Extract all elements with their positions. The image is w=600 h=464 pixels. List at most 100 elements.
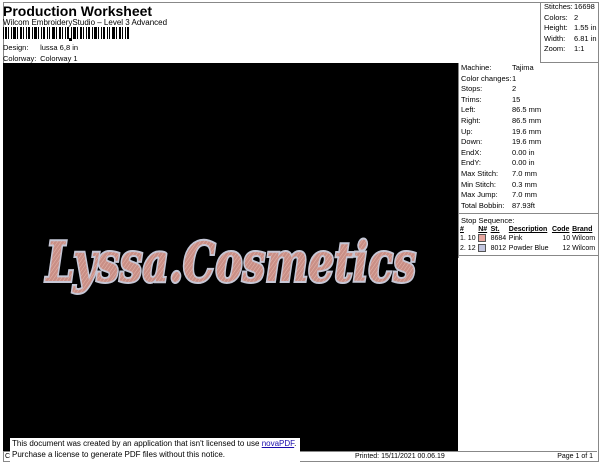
column-header: Code	[551, 226, 570, 234]
summary-row: Width: 6.81 in	[541, 34, 598, 45]
thread-description: Powder Blue	[508, 244, 549, 252]
software-subtitle: Wilcom EmbroideryStudio – Level 3 Advanc…	[3, 18, 168, 27]
column-header: Description	[508, 226, 548, 234]
summary-value: 2	[574, 12, 579, 22]
summary-value: 6.81 in	[574, 33, 597, 43]
column-header: Brand	[572, 226, 593, 234]
info-value: 1	[512, 73, 517, 83]
info-label: Stops:	[461, 84, 483, 94]
info-row: Trims: 15	[459, 95, 598, 106]
stitch-count: 8684	[490, 234, 507, 242]
column-header: #	[460, 226, 464, 234]
needle-number: 10	[467, 234, 476, 242]
info-value: 0.3 mm	[512, 179, 538, 189]
summary-value: 16698	[574, 2, 595, 11]
info-value: 19.6 mm	[512, 126, 542, 136]
info-value: 86.5 mm	[512, 105, 542, 115]
swatch-cell	[477, 243, 489, 253]
info-label: Trims:	[461, 94, 482, 104]
summary-row: Stitches:16698	[541, 2, 598, 13]
stop-index: 1.	[460, 234, 466, 242]
info-row: Right: 86.5 mm	[459, 116, 598, 127]
table-header-row: # N# St. Description Code Brand	[459, 226, 597, 233]
color-swatch	[478, 233, 487, 242]
info-row: Left: 86.5 mm	[459, 105, 598, 116]
info-row: Color changes:1	[459, 74, 598, 85]
stop-index: 2.	[460, 244, 466, 252]
info-label: EndX:	[461, 147, 482, 157]
info-row: Max Stitch: 7.0 mm	[459, 169, 598, 180]
design-value: lussa 6,8 in	[40, 43, 79, 52]
thread-description: Pink	[508, 234, 523, 242]
info-value: 0.00 in	[512, 147, 535, 157]
barcode	[3, 27, 129, 41]
design-name-row: Design: lussa 6,8 in	[3, 43, 78, 52]
summary-label: Colors:	[544, 12, 568, 22]
info-row: Machine: Tajima	[459, 63, 598, 74]
info-value: 15	[512, 94, 521, 104]
color-swatch	[478, 243, 487, 252]
needle-number: 12	[467, 244, 476, 252]
summary-label: Zoom:	[544, 44, 566, 53]
info-label: EndY:	[461, 158, 482, 168]
printed-timestamp: Printed: 15/11/2021 00.06.19	[355, 453, 445, 460]
thread-brand: Wilcom	[572, 244, 596, 252]
info-row: Up: 19.6 mm	[459, 127, 598, 138]
divider	[459, 255, 598, 257]
novapdf-link[interactable]: novaPDF	[262, 439, 294, 448]
info-label: Right:	[461, 115, 481, 125]
info-value: 86.5 mm	[512, 115, 542, 125]
summary-row: Height: 1.55 in	[541, 23, 598, 34]
page-title: Production Worksheet	[3, 3, 153, 19]
info-label: Color changes:	[461, 73, 512, 83]
colorway-value: Colorway 1	[40, 54, 78, 63]
info-label: Min Stitch:	[461, 179, 497, 189]
divider	[459, 213, 598, 215]
design-lettering: Lyssa.Cosmetics	[44, 230, 416, 294]
summary-row: Colors: 2	[541, 13, 598, 24]
summary-label: Stitches:	[544, 2, 573, 11]
stop-sequence-table: # N# St. Description Code Brand 1. 10 86…	[459, 226, 597, 253]
column-header: St.	[490, 226, 500, 234]
info-row: Min Stitch: 0.3 mm	[459, 180, 598, 191]
embroidery-design-graphic: Lyssa.Cosmetics	[42, 228, 418, 296]
notice-line-2: Purchase a license to generate PDF files…	[12, 450, 225, 459]
notice-line-1: This document was created by an applicat…	[12, 439, 297, 448]
stop-number: 2. 12	[459, 243, 477, 253]
thread-code: 10	[562, 234, 571, 242]
info-label: Down:	[461, 137, 483, 147]
info-row: EndX: 0.00 in	[459, 148, 598, 159]
design-preview: Lyssa.Cosmetics	[3, 63, 458, 451]
info-row: Down: 19.6 mm	[459, 137, 598, 148]
info-row: Total Bobbin: 87.93ft	[459, 201, 598, 212]
machine-info-panel: Machine: Tajima Color changes:1 Stops: 2 T…	[458, 63, 598, 259]
table-row: 2. 12 8012 Powder Blue 12 Wilcom	[459, 243, 597, 253]
stitch-count: 8012	[490, 244, 507, 252]
design-label: Design:	[3, 43, 29, 52]
info-label: Max Jump:	[461, 190, 498, 200]
swatch-cell	[477, 233, 489, 243]
column-header: N#	[478, 226, 488, 234]
colorway-row: Colorway: Colorway 1	[3, 54, 78, 63]
summary-row: Zoom: 1:1	[541, 44, 598, 55]
info-value: 0.00 in	[512, 158, 535, 168]
info-label: Total Bobbin:	[461, 200, 505, 210]
page-number: Page 1 of 1	[557, 453, 593, 460]
stop-number: 1. 10	[459, 233, 477, 243]
info-row: EndY: 0.00 in	[459, 158, 598, 169]
info-label: Up:	[461, 126, 473, 136]
info-label: Left:	[461, 105, 476, 115]
thread-brand: Wilcom	[572, 234, 596, 242]
info-value: Tajima	[512, 63, 534, 72]
table-row: 1. 10 8684 Pink 10 Wilcom	[459, 233, 597, 243]
colorway-label: Colorway:	[3, 54, 37, 63]
info-value: 7.0 mm	[512, 190, 538, 200]
summary-value: 1:1	[574, 44, 585, 53]
info-row: Stops: 2	[459, 84, 598, 95]
notice-text: This document was created by an applicat…	[12, 439, 260, 448]
summary-panel: Stitches:16698 Colors: 2 Height: 1.55 in W…	[540, 2, 598, 63]
summary-value: 1.55 in	[574, 23, 597, 32]
stop-sequence-title: Stop Sequence:	[461, 216, 515, 226]
info-value: 19.6 mm	[512, 137, 542, 147]
summary-label: Width:	[544, 33, 566, 43]
